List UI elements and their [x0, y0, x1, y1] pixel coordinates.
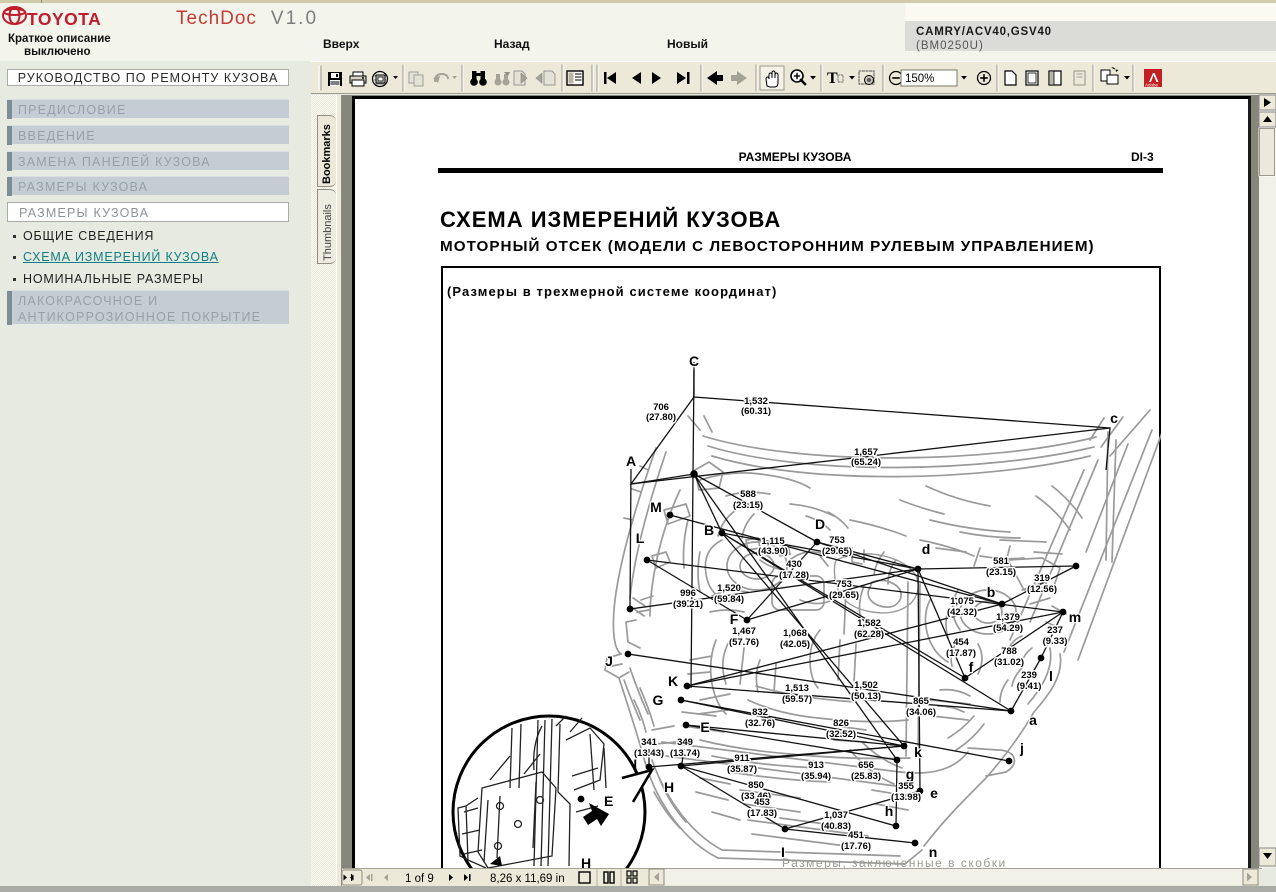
- svg-text:1 of 9: 1 of 9: [405, 873, 434, 885]
- svg-text:8,26 x 11,69 in: 8,26 x 11,69 in: [490, 873, 565, 885]
